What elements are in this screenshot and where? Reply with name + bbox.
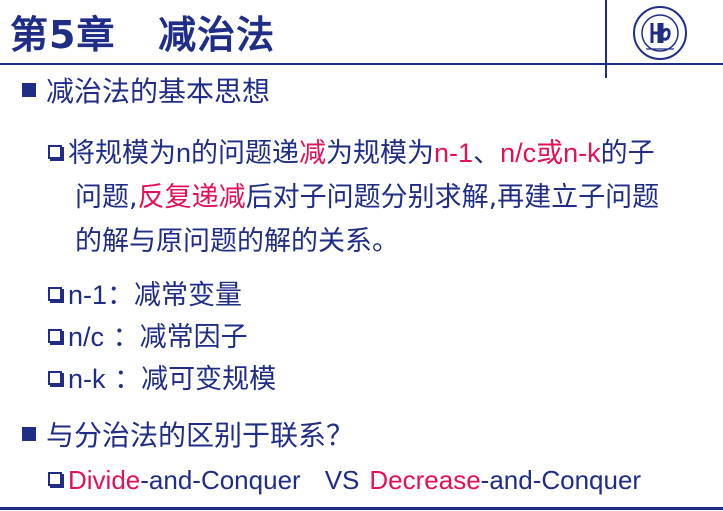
title-vertical-divider (605, 0, 607, 78)
text: 的解与原问题的解的关系。 (75, 226, 399, 257)
square-bullet-icon (22, 427, 36, 441)
highlight-text: n-1 (434, 138, 474, 168)
highlight-text: Divide (68, 465, 141, 495)
section-heading-comparison: 与分治法的区别于联系？ (22, 414, 354, 454)
section-heading-text: 与分治法的区别于联系？ (46, 419, 355, 452)
section-heading-text: 减治法的基本思想 (46, 75, 271, 108)
hollow-square-bullet-icon (48, 144, 62, 159)
text: 的问题递 (191, 138, 300, 169)
para-line-1: 将规模为n的问题递减为规模为n-1、n/c或n-k的子 (48, 131, 655, 170)
item-code: n-1 (68, 280, 108, 310)
hollow-square-bullet-icon (48, 472, 62, 487)
para-line-3: 的解与原问题的解的关系。 (75, 219, 399, 258)
text: 的子 (600, 138, 655, 169)
title-divider (0, 63, 723, 65)
square-bullet-icon (22, 83, 36, 97)
text: 、 (473, 138, 501, 169)
para-line-2: 问题,反复递减后对子问题分别求解,再建立子问题 (75, 175, 659, 214)
highlight-text: n-k (563, 138, 601, 168)
list-item: n-1：减常变量 (48, 273, 242, 312)
text: 为规模为 (326, 138, 435, 169)
hollow-square-bullet-icon (48, 370, 62, 385)
bottom-divider (0, 507, 723, 510)
highlight-text: n/c (500, 138, 537, 168)
text: VS (324, 465, 360, 495)
text: n (176, 138, 192, 168)
text: ： (104, 322, 140, 353)
text: -and-Conquer (480, 465, 642, 495)
list-item: n-k ：减可变规模 (48, 357, 276, 396)
list-item: n/c ：减常因子 (48, 315, 248, 354)
highlight-text: 反复递减 (137, 182, 246, 213)
text: ： (105, 364, 142, 395)
text: 问题, (75, 182, 138, 213)
highlight-text: Decrease (369, 465, 481, 495)
slide: 第5章 减治法 减治法的基本思想 将规模为n的问题递减为规模为n-1、n/c或n… (0, 0, 723, 511)
text: ： (107, 280, 135, 311)
text: 后对子问题分别求解,再建立子问题 (245, 182, 660, 213)
item-desc: 减常变量 (134, 280, 243, 311)
item-desc: 减可变规模 (141, 364, 277, 395)
university-seal-icon (633, 6, 687, 60)
comparison-line: Divide-and-Conquer VS Decrease-and-Conquer (48, 465, 641, 496)
item-code: n/c (68, 322, 105, 352)
section-heading-basic-idea: 减治法的基本思想 (22, 70, 270, 110)
title-chapter: 第5章 (10, 13, 116, 57)
title-name: 减治法 (158, 13, 276, 57)
highlight-text: 减 (299, 138, 327, 169)
highlight-text: 或 (536, 138, 564, 169)
hollow-square-bullet-icon (48, 328, 62, 343)
text: 将规模为 (68, 138, 176, 169)
item-code: n-k (68, 364, 106, 394)
slide-title: 第5章 减治法 (10, 4, 275, 59)
hollow-square-bullet-icon (48, 286, 62, 301)
text: -and-Conquer (140, 465, 301, 495)
item-desc: 减常因子 (139, 322, 248, 353)
